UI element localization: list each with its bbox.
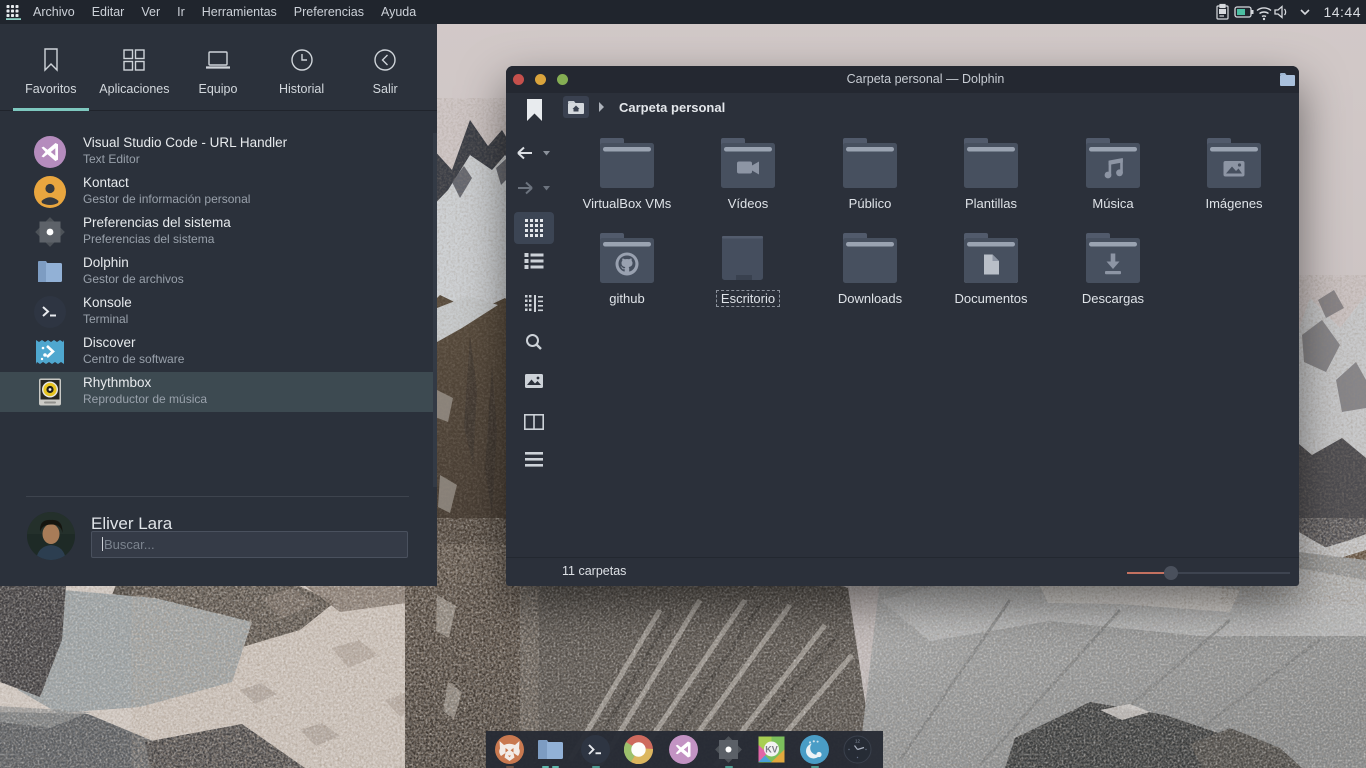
svg-text:KV: KV (765, 745, 778, 755)
svg-text:12: 12 (855, 739, 861, 744)
